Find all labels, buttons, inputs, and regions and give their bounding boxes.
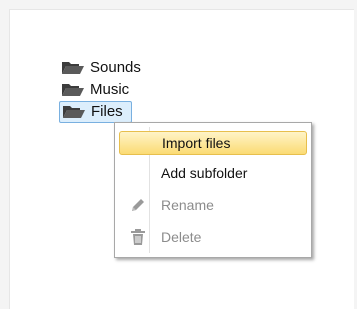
- folder-icon: [63, 106, 85, 118]
- folder-tree: Sounds Music Files: [59, 57, 145, 123]
- tree-item-label: Files: [91, 103, 123, 120]
- tree-item-music[interactable]: Music: [59, 79, 145, 101]
- menu-item-label: Delete: [161, 229, 202, 245]
- menu-item-label: Add subfolder: [161, 165, 248, 181]
- tree-item-sounds[interactable]: Sounds: [59, 57, 145, 79]
- folder-icon: [62, 84, 84, 96]
- pencil-icon: [132, 199, 144, 211]
- tree-item-label: Sounds: [90, 59, 141, 76]
- menu-item-label: Rename: [161, 197, 214, 213]
- menu-item-import-files[interactable]: Import files: [119, 131, 307, 155]
- menu-item-delete[interactable]: Delete: [119, 225, 307, 249]
- folder-icon: [62, 62, 84, 74]
- menu-item-label: Import files: [162, 135, 231, 151]
- tree-item-label: Music: [90, 81, 130, 98]
- tree-item-files[interactable]: Files: [59, 101, 132, 123]
- context-menu: Import files Add subfolder Rename Delete: [114, 122, 312, 258]
- trash-icon: [131, 229, 145, 245]
- menu-item-rename[interactable]: Rename: [119, 193, 307, 217]
- menu-item-add-subfolder[interactable]: Add subfolder: [119, 161, 307, 185]
